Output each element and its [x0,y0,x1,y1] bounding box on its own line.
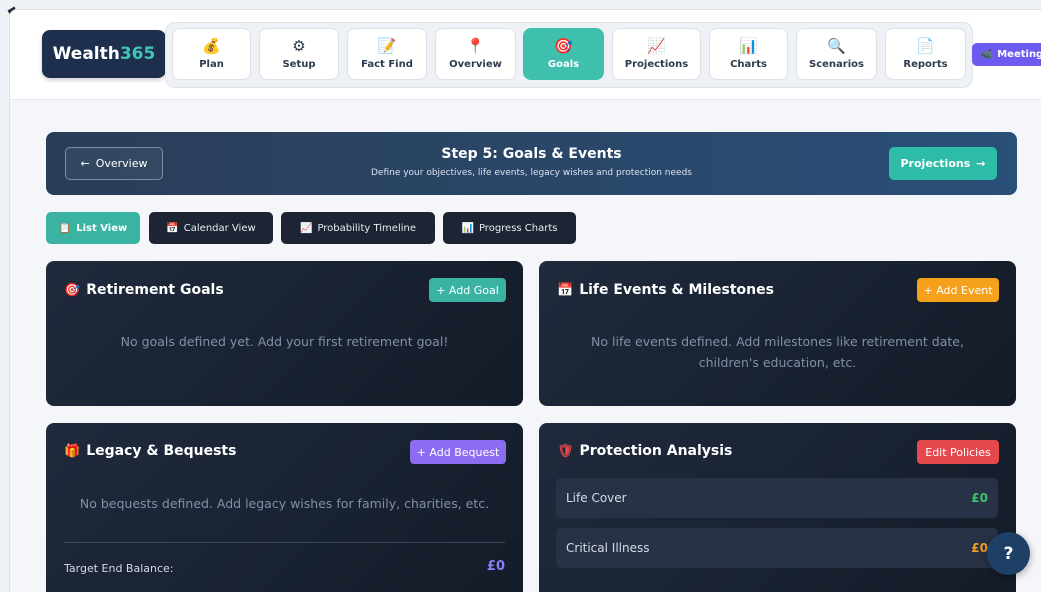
bar-chart-icon: 📊 [739,37,758,55]
pin-icon: 📍 [466,37,485,55]
nav-tab-label: Goals [547,59,580,70]
target-icon: 🎯 [64,282,81,298]
calendar-icon: 📅 [557,282,574,298]
money-bag-icon: 💰 [202,37,221,55]
life-events-heading: Life Events & Milestones [579,282,774,298]
protection-row-label: Life Cover [566,491,627,505]
nav-tab-overview[interactable]: 📍 Overview [435,28,516,80]
nav-tab-label: Setup [282,59,316,70]
legacy-heading: Legacy & Bequests [86,443,237,459]
view-tab-label: Calendar View [183,222,256,234]
arrow-right-icon: → [976,157,986,170]
document-icon: 📄 [916,37,935,55]
step-banner: ← Overview Step 5: Goals & Events Define… [46,132,1017,195]
video-camera-icon: 📹 [980,49,994,60]
add-goal-button[interactable]: + Add Goal [429,278,506,302]
legacy-empty: No bequests defined. Add legacy wishes f… [79,496,490,511]
view-tab-label: Progress Charts [478,222,558,234]
next-projections-button[interactable]: Projections → [889,147,997,180]
nav-tab-label: Plan [199,59,224,70]
protection-title: 🛡 Protection Analysis [557,443,732,459]
next-label: Projections [900,157,971,170]
protection-heading: Protection Analysis [579,443,733,459]
nav-tab-fact-find[interactable]: 📝 Fact Find [347,28,427,80]
trend-chart-icon: 📈 [647,37,666,55]
clipboard-icon: 📋 [58,222,72,234]
nav-tab-label: Charts [730,59,767,70]
protection-row-value: £0 [971,541,988,555]
logo-accent: 365 [119,44,156,64]
protection-row-value: £0 [971,491,988,505]
memo-icon: 📝 [377,37,397,55]
nav-tab-label: Overview [449,59,502,70]
protection-row-label: Critical Illness [566,541,650,555]
legacy-divider [64,542,505,543]
target-icon: 🎯 [554,37,573,55]
app-frame: Wealth 365 💰 Plan ⚙ Setup 📝 Fact Find 📍 Overview… [9,9,1041,592]
protection-row: Life Cover £0 [556,478,998,518]
help-button[interactable]: ? [987,532,1030,575]
protection-analysis-card: 🛡 Protection Analysis Edit Policies Life… [539,423,1016,592]
life-events-title: 📅 Life Events & Milestones [557,282,774,298]
logo-text: Wealth [52,44,120,64]
nav-tab-reports[interactable]: 📄 Reports [885,28,966,80]
trend-chart-icon: 📈 [299,222,313,234]
meeting-button[interactable]: 📹 Meeting [972,43,1041,66]
calendar-icon: 📅 [166,222,179,234]
gift-icon: 🎁 [64,443,81,459]
retirement-goals-card: 🎯 Retirement Goals + Add Goal No goals d… [46,261,523,406]
retirement-goals-empty: No goals defined yet. Add your first ret… [120,334,449,349]
target-end-balance-label: Target End Balance: [64,562,174,575]
life-events-card: 📅 Life Events & Milestones + Add Event N… [539,261,1016,406]
view-tab-progress-charts[interactable]: 📊 Progress Charts [443,212,576,244]
add-bequest-button[interactable]: + Add Bequest [410,440,506,464]
view-tab-probability-timeline[interactable]: 📈 Probability Timeline [281,212,435,244]
nav-tab-label: Projections [624,59,689,70]
top-navigation-bar: Wealth 365 💰 Plan ⚙ Setup 📝 Fact Find 📍 Overview… [10,10,1041,100]
view-tab-list-view[interactable]: 📋 List View [46,212,140,244]
retirement-goals-heading: Retirement Goals [86,282,224,298]
shield-icon: 🛡 [557,443,574,459]
meeting-label: Meeting [997,49,1041,60]
app-logo[interactable]: Wealth 365 [42,30,166,78]
view-tab-label: Probability Timeline [317,222,416,234]
retirement-goals-title: 🎯 Retirement Goals [64,282,224,298]
target-end-balance-value: £0 [486,559,505,574]
step-subtitle: Define your objectives, life events, leg… [370,168,692,178]
nav-tab-charts[interactable]: 📊 Charts [709,28,788,80]
protection-row: Critical Illness £0 [556,528,998,568]
nav-tab-setup[interactable]: ⚙ Setup [259,28,339,80]
nav-tab-plan[interactable]: 💰 Plan [172,28,251,80]
view-tab-label: List View [76,222,128,234]
life-events-empty: No life events defined. Add milestones l… [591,334,964,370]
nav-tab-label: Reports [903,59,948,70]
step-title: Step 5: Goals & Events [441,146,622,162]
legacy-bequests-card: 🎁 Legacy & Bequests + Add Bequest No beq… [46,423,523,592]
bar-chart-icon: 📊 [461,222,474,234]
gear-icon: ⚙ [292,37,306,55]
add-event-button[interactable]: + Add Event [917,278,999,302]
nav-tab-scenarios[interactable]: 🔍 Scenarios [796,28,877,80]
edit-policies-button[interactable]: Edit Policies [917,440,999,464]
nav-tab-label: Fact Find [361,59,413,70]
nav-tab-projections[interactable]: 📈 Projections [612,28,701,80]
nav-tab-goals[interactable]: 🎯 Goals [523,28,604,80]
magnifier-icon: 🔍 [827,37,846,55]
nav-tab-label: Scenarios [809,59,864,70]
view-tab-calendar-view[interactable]: 📅 Calendar View [149,212,273,244]
legacy-title: 🎁 Legacy & Bequests [64,443,236,459]
